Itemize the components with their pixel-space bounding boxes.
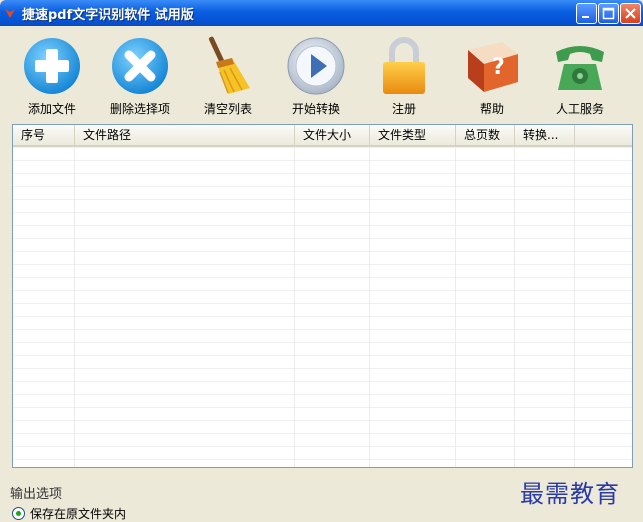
column-divider bbox=[369, 147, 370, 467]
save-in-original-folder-option[interactable]: 保存在原文件夹内 bbox=[12, 505, 126, 521]
delete-icon bbox=[112, 38, 168, 94]
start-convert-button[interactable]: 开始转换 bbox=[276, 26, 356, 118]
clear-list-button[interactable]: 清空列表 bbox=[188, 26, 268, 118]
column-header-index[interactable]: 序号 bbox=[13, 125, 75, 145]
column-divider bbox=[514, 147, 515, 467]
manual-service-label: 人工服务 bbox=[555, 102, 604, 116]
watermark-text: 最需教育 bbox=[520, 480, 620, 508]
maximize-icon bbox=[602, 7, 615, 20]
toolbar: 添加文件 删除选择项 清空列表 开始转换 注册 ? 帮助 人工服务 bbox=[0, 26, 643, 118]
register-button[interactable]: 注册 bbox=[364, 26, 444, 118]
delete-selected-label: 删除选择项 bbox=[109, 102, 170, 116]
save-in-original-folder-label: 保存在原文件夹内 bbox=[30, 507, 127, 521]
add-icon bbox=[24, 38, 80, 94]
delete-selected-button[interactable]: 删除选择项 bbox=[100, 26, 180, 118]
column-header-pages[interactable]: 总页数 bbox=[456, 125, 515, 145]
column-header-type[interactable]: 文件类型 bbox=[370, 125, 456, 145]
table-header: 序号 文件路径 文件大小 文件类型 总页数 转换... bbox=[13, 125, 632, 147]
output-options-label: 输出选项 bbox=[10, 487, 63, 502]
help-button[interactable]: ? 帮助 bbox=[452, 26, 532, 118]
maximize-button[interactable] bbox=[598, 3, 619, 24]
close-button[interactable] bbox=[620, 3, 641, 24]
help-label: 帮助 bbox=[479, 102, 504, 116]
column-header-convert[interactable]: 转换... bbox=[515, 125, 575, 145]
column-divider bbox=[455, 147, 456, 467]
start-convert-label: 开始转换 bbox=[291, 102, 340, 116]
radio-selected[interactable] bbox=[12, 507, 25, 520]
add-file-button[interactable]: 添加文件 bbox=[12, 26, 92, 118]
minimize-icon bbox=[582, 16, 589, 18]
column-divider bbox=[294, 147, 295, 467]
register-label: 注册 bbox=[391, 102, 416, 116]
column-header-size[interactable]: 文件大小 bbox=[295, 125, 370, 145]
help-book-icon: ? bbox=[468, 42, 518, 92]
broom-icon bbox=[208, 36, 250, 94]
lock-icon bbox=[383, 37, 425, 94]
close-icon bbox=[625, 8, 636, 19]
table-body bbox=[13, 147, 632, 467]
add-file-label: 添加文件 bbox=[27, 102, 76, 116]
manual-service-button[interactable]: 人工服务 bbox=[540, 26, 620, 118]
column-divider bbox=[74, 147, 75, 467]
svg-text:?: ? bbox=[492, 55, 505, 80]
column-divider bbox=[574, 147, 575, 467]
window-title: 捷速pdf文字识别软件 试用版 bbox=[22, 8, 194, 23]
clear-list-label: 清空列表 bbox=[203, 102, 252, 116]
file-list-table[interactable]: 序号 文件路径 文件大小 文件类型 总页数 转换... bbox=[12, 124, 633, 468]
app-icon bbox=[5, 9, 15, 18]
title-bar[interactable]: 捷速pdf文字识别软件 试用版 bbox=[0, 0, 643, 26]
minimize-button[interactable] bbox=[576, 3, 597, 24]
phone-icon bbox=[556, 46, 604, 90]
column-header-path[interactable]: 文件路径 bbox=[75, 125, 295, 145]
play-icon bbox=[287, 37, 345, 95]
